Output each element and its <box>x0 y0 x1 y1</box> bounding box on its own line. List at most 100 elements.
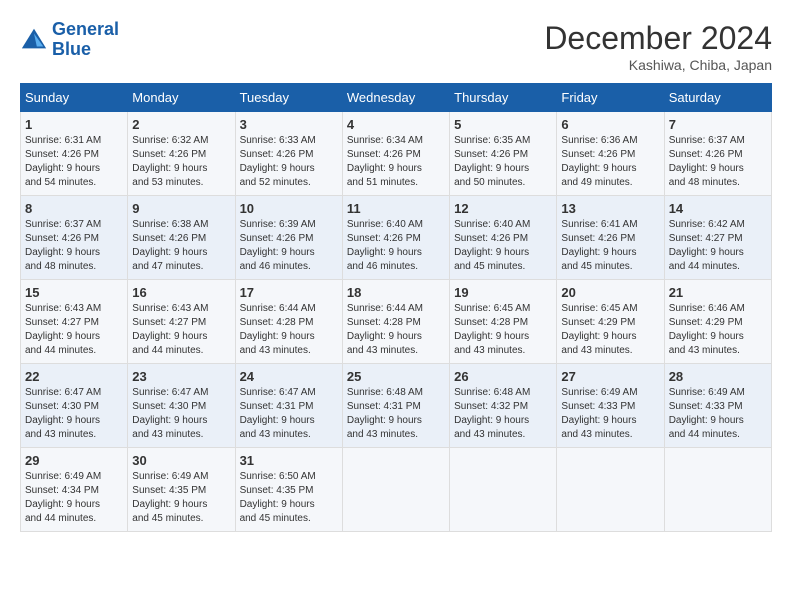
day-info: Sunrise: 6:34 AMSunset: 4:26 PMDaylight:… <box>347 134 445 190</box>
col-header-sunday: Sunday <box>21 84 128 112</box>
day-number: 10 <box>240 201 338 216</box>
day-number: 4 <box>347 117 445 132</box>
calendar-day-cell: 31Sunrise: 6:50 AMSunset: 4:35 PMDayligh… <box>235 448 342 532</box>
day-info: Sunrise: 6:36 AMSunset: 4:26 PMDaylight:… <box>561 134 659 190</box>
calendar-header-row: SundayMondayTuesdayWednesdayThursdayFrid… <box>21 84 772 112</box>
day-number: 29 <box>25 453 123 468</box>
day-number: 2 <box>132 117 230 132</box>
calendar-day-cell: 16 Sunrise: 6:43 AMSunset: 4:27 PMDayligh… <box>128 280 235 364</box>
day-number: 1 <box>25 117 123 132</box>
day-info: Sunrise: 6:38 AMSunset: 4:26 PMDaylight:… <box>132 218 230 274</box>
calendar-day-cell <box>450 448 557 532</box>
calendar-day-cell: 30Sunrise: 6:49 AMSunset: 4:35 PMDayligh… <box>128 448 235 532</box>
day-number: 25 <box>347 369 445 384</box>
day-info: Sunrise: 6:42 AMSunset: 4:27 PMDaylight:… <box>669 218 767 274</box>
calendar-day-cell <box>557 448 664 532</box>
day-info: Sunrise: 6:45 AMSunset: 4:28 PMDaylight:… <box>454 302 552 358</box>
day-info: Sunrise: 6:49 AMSunset: 4:33 PMDaylight:… <box>669 386 767 442</box>
calendar-day-cell: 10 Sunrise: 6:39 AMSunset: 4:26 PMDayligh… <box>235 196 342 280</box>
day-number: 5 <box>454 117 552 132</box>
day-number: 17 <box>240 285 338 300</box>
calendar-week-row: 29 Sunrise: 6:49 AMSunset: 4:34 PMDayligh… <box>21 448 772 532</box>
calendar-day-cell: 13 Sunrise: 6:41 AMSunset: 4:26 PMDayligh… <box>557 196 664 280</box>
col-header-thursday: Thursday <box>450 84 557 112</box>
day-info: Sunrise: 6:40 AMSunset: 4:26 PMDaylight:… <box>454 218 552 274</box>
day-info: Sunrise: 6:47 AMSunset: 4:30 PMDaylight:… <box>25 386 123 442</box>
calendar-week-row: 1 Sunrise: 6:31 AMSunset: 4:26 PMDaylight… <box>21 112 772 196</box>
calendar-day-cell: 21Sunrise: 6:46 AMSunset: 4:29 PMDayligh… <box>664 280 771 364</box>
day-number: 12 <box>454 201 552 216</box>
day-info: Sunrise: 6:45 AMSunset: 4:29 PMDaylight:… <box>561 302 659 358</box>
day-info: Sunrise: 6:48 AMSunset: 4:31 PMDaylight:… <box>347 386 445 442</box>
calendar-day-cell: 28 Sunrise: 6:49 AMSunset: 4:33 PMDayligh… <box>664 364 771 448</box>
calendar-day-cell: 22 Sunrise: 6:47 AMSunset: 4:30 PMDayligh… <box>21 364 128 448</box>
calendar-day-cell: 20 Sunrise: 6:45 AMSunset: 4:29 PMDayligh… <box>557 280 664 364</box>
day-info: Sunrise: 6:46 AMSunset: 4:29 PMDaylight:… <box>669 302 767 358</box>
day-info: Sunrise: 6:44 AMSunset: 4:28 PMDaylight:… <box>240 302 338 358</box>
day-info: Sunrise: 6:48 AMSunset: 4:32 PMDaylight:… <box>454 386 552 442</box>
calendar-day-cell <box>342 448 449 532</box>
calendar-day-cell: 6 Sunrise: 6:36 AMSunset: 4:26 PMDaylight… <box>557 112 664 196</box>
calendar-day-cell: 7 Sunrise: 6:37 AMSunset: 4:26 PMDaylight… <box>664 112 771 196</box>
calendar-day-cell: 26Sunrise: 6:48 AMSunset: 4:32 PMDayligh… <box>450 364 557 448</box>
calendar-day-cell: 18 Sunrise: 6:44 AMSunset: 4:28 PMDayligh… <box>342 280 449 364</box>
day-number: 19 <box>454 285 552 300</box>
day-number: 31 <box>240 453 338 468</box>
calendar-table: SundayMondayTuesdayWednesdayThursdayFrid… <box>20 83 772 532</box>
col-header-tuesday: Tuesday <box>235 84 342 112</box>
day-info: Sunrise: 6:35 AMSunset: 4:26 PMDaylight:… <box>454 134 552 190</box>
day-number: 23 <box>132 369 230 384</box>
day-info: Sunrise: 6:44 AMSunset: 4:28 PMDaylight:… <box>347 302 445 358</box>
col-header-wednesday: Wednesday <box>342 84 449 112</box>
day-number: 24 <box>240 369 338 384</box>
calendar-day-cell: 2 Sunrise: 6:32 AMSunset: 4:26 PMDaylight… <box>128 112 235 196</box>
logo: General Blue <box>20 20 119 60</box>
day-info: Sunrise: 6:37 AMSunset: 4:26 PMDaylight:… <box>25 218 123 274</box>
day-info: Sunrise: 6:43 AMSunset: 4:27 PMDaylight:… <box>132 302 230 358</box>
day-number: 14 <box>669 201 767 216</box>
calendar-day-cell: 27Sunrise: 6:49 AMSunset: 4:33 PMDayligh… <box>557 364 664 448</box>
month-title: December 2024 <box>544 20 772 57</box>
day-number: 15 <box>25 285 123 300</box>
title-block: December 2024 Kashiwa, Chiba, Japan <box>544 20 772 73</box>
calendar-week-row: 8 Sunrise: 6:37 AMSunset: 4:26 PMDaylight… <box>21 196 772 280</box>
day-number: 13 <box>561 201 659 216</box>
logo-icon <box>20 26 48 54</box>
day-info: Sunrise: 6:39 AMSunset: 4:26 PMDaylight:… <box>240 218 338 274</box>
page-header: General Blue December 2024 Kashiwa, Chib… <box>20 20 772 73</box>
day-number: 16 <box>132 285 230 300</box>
col-header-saturday: Saturday <box>664 84 771 112</box>
calendar-day-cell: 29 Sunrise: 6:49 AMSunset: 4:34 PMDayligh… <box>21 448 128 532</box>
col-header-monday: Monday <box>128 84 235 112</box>
day-info: Sunrise: 6:37 AMSunset: 4:26 PMDaylight:… <box>669 134 767 190</box>
location-subtitle: Kashiwa, Chiba, Japan <box>544 57 772 73</box>
day-info: Sunrise: 6:47 AMSunset: 4:31 PMDaylight:… <box>240 386 338 442</box>
day-info: Sunrise: 6:32 AMSunset: 4:26 PMDaylight:… <box>132 134 230 190</box>
day-number: 11 <box>347 201 445 216</box>
day-info: Sunrise: 6:49 AMSunset: 4:34 PMDaylight:… <box>25 470 123 526</box>
day-info: Sunrise: 6:49 AMSunset: 4:33 PMDaylight:… <box>561 386 659 442</box>
calendar-day-cell: 9Sunrise: 6:38 AMSunset: 4:26 PMDaylight… <box>128 196 235 280</box>
calendar-day-cell: 11 Sunrise: 6:40 AMSunset: 4:26 PMDayligh… <box>342 196 449 280</box>
calendar-day-cell: 24 Sunrise: 6:47 AMSunset: 4:31 PMDayligh… <box>235 364 342 448</box>
day-number: 28 <box>669 369 767 384</box>
day-number: 22 <box>25 369 123 384</box>
day-number: 8 <box>25 201 123 216</box>
calendar-day-cell: 14 Sunrise: 6:42 AMSunset: 4:27 PMDayligh… <box>664 196 771 280</box>
day-info: Sunrise: 6:31 AMSunset: 4:26 PMDaylight:… <box>25 134 123 190</box>
calendar-day-cell <box>664 448 771 532</box>
day-number: 6 <box>561 117 659 132</box>
calendar-day-cell: 23 Sunrise: 6:47 AMSunset: 4:30 PMDayligh… <box>128 364 235 448</box>
day-number: 3 <box>240 117 338 132</box>
logo-text: General Blue <box>52 20 119 60</box>
calendar-day-cell: 15Sunrise: 6:43 AMSunset: 4:27 PMDayligh… <box>21 280 128 364</box>
calendar-day-cell: 17 Sunrise: 6:44 AMSunset: 4:28 PMDayligh… <box>235 280 342 364</box>
col-header-friday: Friday <box>557 84 664 112</box>
day-info: Sunrise: 6:47 AMSunset: 4:30 PMDaylight:… <box>132 386 230 442</box>
day-info: Sunrise: 6:41 AMSunset: 4:26 PMDaylight:… <box>561 218 659 274</box>
day-info: Sunrise: 6:40 AMSunset: 4:26 PMDaylight:… <box>347 218 445 274</box>
day-number: 20 <box>561 285 659 300</box>
calendar-week-row: 22 Sunrise: 6:47 AMSunset: 4:30 PMDayligh… <box>21 364 772 448</box>
day-number: 18 <box>347 285 445 300</box>
day-number: 7 <box>669 117 767 132</box>
